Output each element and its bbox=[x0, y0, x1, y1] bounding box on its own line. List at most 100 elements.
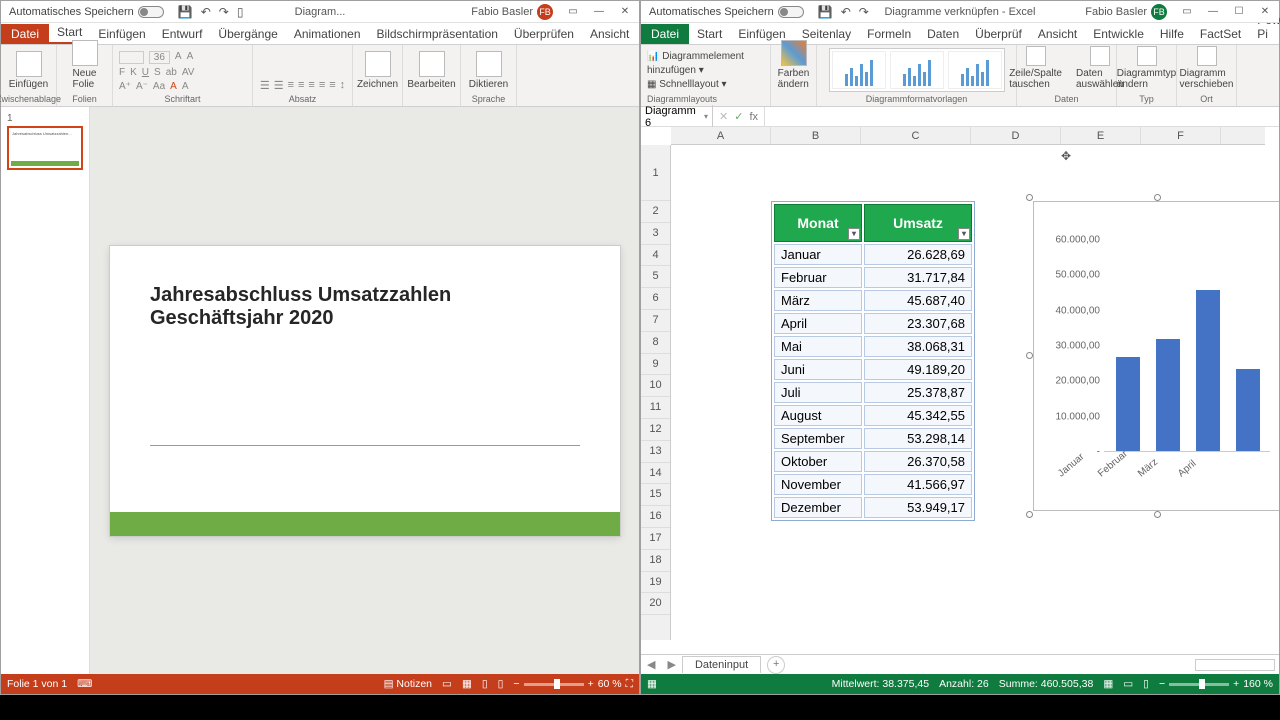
file-tab[interactable]: Datei bbox=[641, 24, 689, 44]
zoom-value[interactable]: 160 % bbox=[1243, 678, 1273, 690]
col-header-E[interactable]: E bbox=[1061, 127, 1141, 144]
sheet-nav-next-icon[interactable]: ▶ bbox=[661, 658, 681, 671]
new-slide-button[interactable]: Neue Folie bbox=[66, 38, 104, 92]
row-header-16[interactable]: 16 bbox=[641, 506, 670, 528]
cell-month[interactable]: März bbox=[774, 290, 862, 311]
minimize-icon[interactable]: — bbox=[587, 3, 611, 21]
cell-value[interactable]: 25.378,87 bbox=[864, 382, 972, 403]
language-icon[interactable]: ⌨ bbox=[77, 678, 92, 690]
cell-month[interactable]: Mai bbox=[774, 336, 862, 357]
sorter-view-icon[interactable]: ▦ bbox=[462, 678, 472, 690]
tab-bildschirm[interactable]: Bildschirmpräsentation bbox=[369, 24, 506, 44]
cell-value[interactable]: 31.717,84 bbox=[864, 267, 972, 288]
tab-entwickler[interactable]: Entwickle bbox=[1085, 24, 1152, 44]
name-box[interactable]: Diagramm 6▾ bbox=[641, 105, 713, 129]
tab-ansicht[interactable]: Ansicht bbox=[582, 24, 637, 44]
numbering-icon[interactable]: ☰ bbox=[274, 79, 284, 92]
reading-view-icon[interactable]: ▯ bbox=[482, 678, 488, 690]
fx-icon[interactable]: fx bbox=[749, 111, 758, 123]
tab-ansicht[interactable]: Ansicht bbox=[1030, 24, 1085, 44]
redo-icon[interactable]: ↷ bbox=[219, 5, 229, 19]
table-row[interactable]: August45.342,55 bbox=[774, 405, 972, 426]
bullets-icon[interactable]: ☰ bbox=[260, 79, 270, 92]
redo-icon[interactable]: ↷ bbox=[859, 5, 869, 19]
embedded-chart[interactable]: 60.000,0050.000,0040.000,0030.000,0020.0… bbox=[1033, 201, 1279, 511]
cell-value[interactable]: 38.068,31 bbox=[864, 336, 972, 357]
cell-month[interactable]: Februar bbox=[774, 267, 862, 288]
tab-daten[interactable]: Daten bbox=[919, 24, 967, 44]
cell-value[interactable]: 53.298,14 bbox=[864, 428, 972, 449]
table-row[interactable]: Dezember53.949,17 bbox=[774, 497, 972, 518]
row-header-18[interactable]: 18 bbox=[641, 550, 670, 572]
row-header-1[interactable]: 1 bbox=[641, 145, 670, 201]
close-icon[interactable]: ✕ bbox=[613, 3, 637, 21]
cell-month[interactable]: Juli bbox=[774, 382, 862, 403]
table-row[interactable]: Februar31.717,84 bbox=[774, 267, 972, 288]
row-header-12[interactable]: 12 bbox=[641, 419, 670, 441]
file-tab[interactable]: Datei bbox=[1, 24, 49, 44]
minimize-icon[interactable]: — bbox=[1201, 3, 1225, 21]
zoom-out-icon[interactable]: − bbox=[513, 678, 519, 690]
chart-style-2[interactable] bbox=[890, 51, 944, 89]
save-icon[interactable]: 💾 bbox=[178, 5, 193, 19]
edit-button[interactable]: Bearbeiten bbox=[403, 49, 459, 92]
slideshow-view-icon[interactable]: ▯ bbox=[498, 678, 504, 690]
chart-style-1[interactable] bbox=[832, 51, 886, 89]
quick-layout-button[interactable]: ▦ Schnelllayout ▾ bbox=[647, 78, 764, 92]
sheet-tab-dateninput[interactable]: Dateninput bbox=[682, 656, 761, 673]
col-header-A[interactable]: A bbox=[671, 127, 771, 144]
table-row[interactable]: Mai38.068,31 bbox=[774, 336, 972, 357]
cell-month[interactable]: Januar bbox=[774, 244, 862, 265]
col-header-F[interactable]: F bbox=[1141, 127, 1221, 144]
normal-view-icon[interactable]: ▭ bbox=[442, 678, 452, 690]
cell-month[interactable]: Dezember bbox=[774, 497, 862, 518]
chart-style-3[interactable] bbox=[948, 51, 1002, 89]
normal-view-icon[interactable]: ▦ bbox=[1103, 678, 1113, 690]
ribbon-options-icon[interactable]: ▭ bbox=[561, 3, 585, 21]
formula-bar[interactable] bbox=[764, 107, 1279, 126]
chart-styles-gallery[interactable] bbox=[829, 48, 1005, 92]
row-header-19[interactable]: 19 bbox=[641, 572, 670, 594]
page-break-icon[interactable]: ▯ bbox=[1143, 678, 1149, 690]
cell-value[interactable]: 26.628,69 bbox=[864, 244, 972, 265]
zoom-slider[interactable] bbox=[524, 683, 584, 686]
cell-value[interactable]: 45.687,40 bbox=[864, 290, 972, 311]
cell-month[interactable]: August bbox=[774, 405, 862, 426]
filter-dropdown-icon[interactable]: ▾ bbox=[958, 228, 970, 240]
tab-animationen[interactable]: Animationen bbox=[286, 24, 369, 44]
avatar[interactable]: FB bbox=[1151, 4, 1167, 20]
switch-row-col-button[interactable]: Zeile/Spalte tauschen bbox=[1005, 44, 1066, 92]
cell-month[interactable]: Juni bbox=[774, 359, 862, 380]
slide-subtitle-placeholder[interactable] bbox=[150, 445, 580, 446]
cell-month[interactable]: Oktober bbox=[774, 451, 862, 472]
chart-bar[interactable] bbox=[1196, 290, 1220, 451]
col-header-C[interactable]: C bbox=[861, 127, 971, 144]
table-row[interactable]: Januar26.628,69 bbox=[774, 244, 972, 265]
notes-button[interactable]: ▤ Notizen bbox=[384, 678, 432, 690]
undo-icon[interactable]: ↶ bbox=[841, 5, 851, 19]
add-chart-element-button[interactable]: 📊 Diagrammelement hinzufügen ▾ bbox=[647, 50, 764, 78]
zoom-slider[interactable] bbox=[1169, 683, 1229, 686]
row-header-9[interactable]: 9 bbox=[641, 354, 670, 376]
close-icon[interactable]: ✕ bbox=[1253, 3, 1277, 21]
cell-value[interactable]: 41.566,97 bbox=[864, 474, 972, 495]
table-row[interactable]: März45.687,40 bbox=[774, 290, 972, 311]
avatar[interactable]: FB bbox=[537, 4, 553, 20]
row-header-6[interactable]: 6 bbox=[641, 288, 670, 310]
table-row[interactable]: Oktober26.370,58 bbox=[774, 451, 972, 472]
tab-entwurf[interactable]: Entwurf bbox=[154, 24, 211, 44]
zoom-value[interactable]: 60 % bbox=[598, 678, 622, 690]
filter-dropdown-icon[interactable]: ▾ bbox=[848, 228, 860, 240]
table-row[interactable]: April23.307,68 bbox=[774, 313, 972, 334]
cell-month[interactable]: September bbox=[774, 428, 862, 449]
tab-ueberpruefen[interactable]: Überprüfen bbox=[506, 24, 582, 44]
row-header-15[interactable]: 15 bbox=[641, 484, 670, 506]
autosave-toggle[interactable] bbox=[778, 6, 804, 18]
new-sheet-button[interactable]: + bbox=[767, 656, 785, 674]
slide-thumb-1[interactable]: Jahresabschluss Umsatzzahlen... bbox=[7, 126, 83, 170]
undo-icon[interactable]: ↶ bbox=[201, 5, 211, 19]
slide-heading[interactable]: Jahresabschluss Umsatzzahlen Geschäftsja… bbox=[150, 284, 580, 330]
fit-icon[interactable]: ⛶ bbox=[626, 678, 633, 691]
table-row[interactable]: Juli25.378,87 bbox=[774, 382, 972, 403]
row-header-20[interactable]: 20 bbox=[641, 593, 670, 615]
